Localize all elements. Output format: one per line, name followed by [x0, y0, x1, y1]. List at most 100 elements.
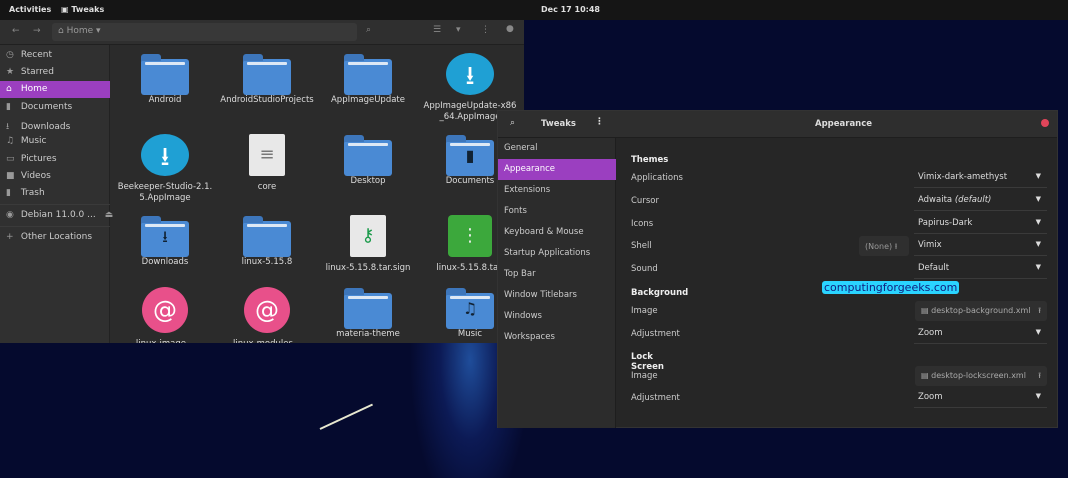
star-icon: ★: [6, 67, 15, 77]
sidebar-item-home[interactable]: ⌂ Home: [0, 81, 110, 98]
file-item[interactable]: Android: [117, 53, 213, 106]
files-window: ← → ⌂ Home ▾ ⌕ ☰ ▾ ⋮ ● ◷ Recent ★ Starred…: [0, 20, 524, 343]
key-file-icon: ⚷: [350, 215, 386, 257]
lock-image-file-button[interactable]: ▤ desktop-lockscreen.xml ⭱: [915, 366, 1047, 386]
menu-icon[interactable]: ⋮: [595, 117, 604, 127]
caret-down-icon: ▼: [1035, 195, 1041, 203]
sidebar-item-label: Downloads: [20, 122, 71, 132]
view-list-icon[interactable]: ☰: [433, 25, 441, 35]
sidebar-item-music[interactable]: ♫ Music: [0, 133, 110, 150]
file-name: linux-5.15.8: [241, 257, 293, 267]
tweaks-nav-general[interactable]: General: [498, 138, 616, 159]
icons-dropdown[interactable]: Papirus-Dark ▼: [914, 213, 1047, 234]
path-home[interactable]: Home: [67, 26, 94, 36]
caret-down-icon: ▼: [1035, 328, 1041, 336]
file-name: linux-image...: [117, 339, 213, 343]
file-item[interactable]: materia-theme: [320, 287, 416, 340]
label-bg-adjustment: Adjustment: [631, 329, 680, 339]
tweaks-nav-appearance[interactable]: Appearance: [498, 159, 616, 180]
bg-adjustment-dropdown[interactable]: Zoom ▼: [914, 323, 1047, 344]
section-lock-screen: Lock Screen: [631, 352, 664, 372]
sidebar-item-documents[interactable]: ▮ Documents: [0, 99, 110, 116]
sound-dropdown[interactable]: Default ▼: [914, 258, 1047, 279]
file-item[interactable]: @ linux-image...: [117, 287, 213, 343]
search-icon[interactable]: ⌕: [366, 25, 371, 35]
clock-icon: ◷: [6, 50, 14, 60]
divider: [0, 204, 110, 205]
sidebar-item-downloads[interactable]: ⭳ Downloads: [0, 116, 110, 133]
tweaks-nav-window-titlebars[interactable]: Window Titlebars: [498, 285, 616, 306]
sidebar-item-label: Documents: [20, 102, 73, 112]
tweaks-nav-startup-applications[interactable]: Startup Applications: [498, 243, 616, 264]
close-icon[interactable]: [1041, 119, 1049, 127]
caret-down-icon: ▼: [1035, 392, 1041, 400]
tweaks-nav-top-bar[interactable]: Top Bar: [498, 264, 616, 285]
folder-icon: ▮: [446, 135, 494, 176]
close-icon[interactable]: ●: [506, 24, 514, 34]
tweaks-nav-windows[interactable]: Windows: [498, 306, 616, 327]
sidebar-item-videos[interactable]: ■ Videos: [0, 168, 110, 185]
file-item[interactable]: @ linux-modules...: [219, 287, 315, 343]
file-name: desktop-lockscreen.xml: [931, 371, 1026, 380]
file-item[interactable]: ⭳ Downloads: [117, 215, 213, 268]
file-item[interactable]: ⭳ Beekeeper-Studio-2.1.5.AppImage: [117, 134, 213, 204]
file-item[interactable]: Desktop: [320, 134, 416, 187]
chevron-down-icon[interactable]: ▾: [456, 25, 461, 35]
dropdown-value: Vimix: [918, 240, 942, 250]
top-bar: Activities ▣ Tweaks Dec 17 10:48: [0, 0, 1068, 20]
section-themes: Themes: [631, 155, 669, 165]
lock-adjustment-dropdown[interactable]: Zoom ▼: [914, 387, 1047, 408]
folder-icon: [344, 135, 392, 176]
sidebar-item-trash[interactable]: ▮ Trash: [0, 185, 110, 202]
activities-button[interactable]: Activities: [9, 5, 51, 14]
path-bar[interactable]: ⌂ Home ▾: [52, 23, 357, 41]
tweaks-nav-extensions[interactable]: Extensions: [498, 180, 616, 201]
files-header: ← → ⌂ Home ▾ ⌕ ☰ ▾ ⋮ ●: [0, 20, 524, 45]
tweaks-nav-workspaces[interactable]: Workspaces: [498, 327, 616, 348]
tweaks-nav-fonts[interactable]: Fonts: [498, 201, 616, 222]
tweaks-nav-keyboard-mouse[interactable]: Keyboard & Mouse: [498, 222, 616, 243]
sidebar-item-label: Other Locations: [20, 232, 93, 242]
app-title: Tweaks: [541, 119, 576, 129]
forward-icon[interactable]: →: [33, 26, 41, 36]
label-applications: Applications: [631, 173, 683, 183]
app-menu[interactable]: ▣ Tweaks: [61, 5, 104, 14]
file-name: Android: [148, 95, 182, 105]
bg-image-file-button[interactable]: ▤ desktop-background.xml ⭱: [915, 301, 1047, 321]
file-name: linux-5.15.8.tar.sign: [325, 263, 411, 273]
file-item[interactable]: ⚷ linux-5.15.8.tar.sign: [320, 215, 416, 274]
label-bg-image: Image: [631, 306, 658, 316]
applications-dropdown[interactable]: Vimix-dark-amethyst ▼: [914, 167, 1047, 188]
upload-icon: ⭱: [1038, 371, 1041, 380]
clock[interactable]: Dec 17 10:48: [541, 5, 600, 14]
menu-icon[interactable]: ⋮: [481, 25, 490, 35]
sidebar-item-recent[interactable]: ◷ Recent: [0, 47, 110, 64]
shell-dropdown[interactable]: Vimix ▼: [914, 235, 1047, 256]
sidebar-item-label: Recent: [20, 50, 52, 60]
trash-icon: ▮: [6, 188, 11, 198]
eject-icon[interactable]: ⏏: [105, 210, 114, 220]
file-item[interactable]: ≡ core: [219, 134, 315, 193]
sidebar-item-pictures[interactable]: ▭ Pictures: [0, 151, 110, 168]
dropdown-value: Vimix-dark-amethyst: [918, 172, 1008, 182]
sidebar-item-debian-11-0-0[interactable]: ◉ Debian 11.0.0 ... ⏏: [0, 207, 113, 224]
folder-icon: [344, 54, 392, 95]
archive-icon: ⋮: [448, 215, 492, 257]
sidebar-item-other-locations[interactable]: + Other Locations: [0, 229, 110, 246]
cursor-dropdown[interactable]: Adwaita (default) ▼: [914, 190, 1047, 211]
sidebar-item-starred[interactable]: ★ Starred: [0, 64, 110, 81]
sidebar-item-label: Home: [20, 84, 48, 94]
tweaks-sidebar: General Appearance Extensions Fonts Keyboard…: [498, 138, 616, 428]
back-icon[interactable]: ←: [12, 26, 20, 36]
file-item[interactable]: AppImageUpdate: [320, 53, 416, 106]
file-item[interactable]: linux-5.15.8: [219, 215, 315, 268]
folder-icon: [344, 288, 392, 329]
folder-icon: [243, 54, 291, 95]
dropdown-value: Default: [918, 263, 950, 273]
music-icon: ♫: [6, 136, 15, 146]
search-icon[interactable]: ⌕: [510, 118, 515, 128]
upload-icon: ⭱: [894, 242, 898, 251]
shell-file-button[interactable]: (None) ⭱: [859, 236, 909, 256]
file-icon: ▤: [921, 371, 929, 380]
file-item[interactable]: AndroidStudioProjects: [219, 53, 315, 106]
